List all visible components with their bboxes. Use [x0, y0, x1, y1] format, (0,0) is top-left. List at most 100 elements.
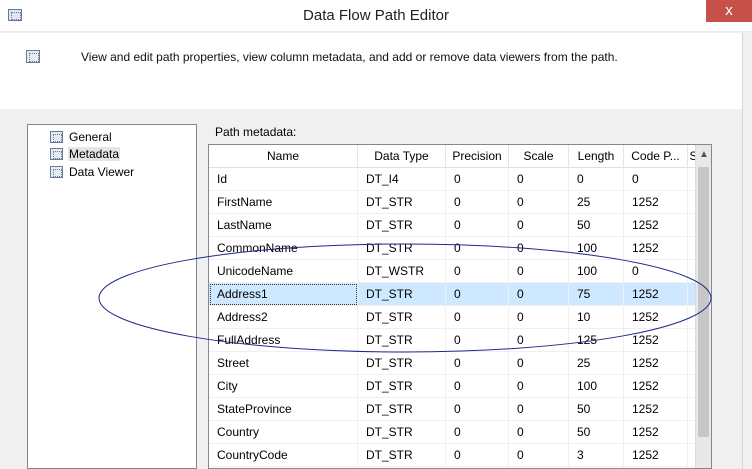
cell-col-precision[interactable]: 0: [446, 375, 509, 398]
scroll-up-icon[interactable]: ▲: [696, 145, 711, 165]
table-row[interactable]: CountryCodeDT_STR00312520: [209, 444, 700, 467]
cell-col-code-page[interactable]: 1252: [624, 306, 688, 329]
cell-col-length[interactable]: 100: [569, 237, 624, 260]
header-col-scale[interactable]: Scale: [509, 145, 569, 168]
cell-col-scale[interactable]: 0: [509, 421, 569, 444]
cell-col-data-type[interactable]: DT_STR: [358, 237, 446, 260]
cell-col-data-type[interactable]: DT_STR: [358, 375, 446, 398]
cell-col-scale[interactable]: 0: [509, 444, 569, 467]
cell-col-precision[interactable]: 0: [446, 306, 509, 329]
cell-col-precision[interactable]: 0: [446, 191, 509, 214]
cell-col-name[interactable]: FullAddress: [209, 329, 358, 352]
table-row[interactable]: LastNameDT_STR005012520: [209, 214, 700, 237]
cell-col-length[interactable]: 100: [569, 260, 624, 283]
cell-col-length[interactable]: 0: [569, 168, 624, 191]
table-row[interactable]: IdDT_I400000: [209, 168, 700, 191]
cell-col-scale[interactable]: 0: [509, 214, 569, 237]
cell-col-data-type[interactable]: DT_STR: [358, 329, 446, 352]
cell-col-scale[interactable]: 0: [509, 306, 569, 329]
cell-col-code-page[interactable]: 0: [624, 260, 688, 283]
nav-item-general[interactable]: General: [50, 128, 113, 145]
cell-col-length[interactable]: 125: [569, 329, 624, 352]
cell-col-data-type[interactable]: DT_STR: [358, 444, 446, 467]
cell-col-name[interactable]: Address2: [209, 306, 358, 329]
cell-col-precision[interactable]: 0: [446, 421, 509, 444]
cell-col-code-page[interactable]: 1252: [624, 352, 688, 375]
cell-col-length[interactable]: 10: [569, 306, 624, 329]
metadata-grid[interactable]: Name Data Type Precision Scale Length Code P.…: [208, 144, 712, 469]
cell-col-code-page[interactable]: 1252: [624, 329, 688, 352]
cell-col-precision[interactable]: 0: [446, 237, 509, 260]
cell-col-precision[interactable]: 0: [446, 398, 509, 421]
cell-col-data-type[interactable]: DT_STR: [358, 214, 446, 237]
cell-col-name[interactable]: FirstName: [209, 191, 358, 214]
table-row[interactable]: CityDT_STR0010012520: [209, 375, 700, 398]
cell-col-precision[interactable]: 0: [446, 444, 509, 467]
cell-col-code-page[interactable]: 1252: [624, 444, 688, 467]
close-button[interactable]: x: [706, 0, 752, 22]
cell-col-code-page[interactable]: 1252: [624, 375, 688, 398]
cell-col-code-page[interactable]: 1252: [624, 421, 688, 444]
cell-col-length[interactable]: 100: [569, 375, 624, 398]
cell-col-data-type[interactable]: DT_STR: [358, 283, 446, 306]
table-row[interactable]: FirstNameDT_STR002512520: [209, 191, 700, 214]
cell-col-name[interactable]: LastName: [209, 214, 358, 237]
cell-col-length[interactable]: 50: [569, 398, 624, 421]
cell-col-data-type[interactable]: DT_STR: [358, 306, 446, 329]
cell-col-name[interactable]: City: [209, 375, 358, 398]
cell-col-length[interactable]: 25: [569, 191, 624, 214]
cell-col-data-type[interactable]: DT_STR: [358, 421, 446, 444]
cell-col-scale[interactable]: 0: [509, 237, 569, 260]
table-row[interactable]: UnicodeNameDT_WSTR0010000: [209, 260, 700, 283]
header-col-data-type[interactable]: Data Type: [358, 145, 446, 168]
scroll-thumb[interactable]: [698, 167, 709, 437]
cell-col-length[interactable]: 50: [569, 214, 624, 237]
table-row[interactable]: StreetDT_STR002512520: [209, 352, 700, 375]
cell-col-precision[interactable]: 0: [446, 329, 509, 352]
cell-col-scale[interactable]: 0: [509, 283, 569, 306]
cell-col-code-page[interactable]: 1252: [624, 214, 688, 237]
cell-col-code-page[interactable]: 1252: [624, 191, 688, 214]
cell-col-name[interactable]: Country: [209, 421, 358, 444]
cell-col-code-page[interactable]: 1252: [624, 283, 688, 306]
cell-col-name[interactable]: Street: [209, 352, 358, 375]
cell-col-code-page[interactable]: 1252: [624, 237, 688, 260]
cell-col-name[interactable]: Address1: [209, 283, 358, 306]
header-col-precision[interactable]: Precision: [446, 145, 509, 168]
header-col-name[interactable]: Name: [209, 145, 358, 168]
table-row[interactable]: Address2DT_STR001012520: [209, 306, 700, 329]
cell-col-data-type[interactable]: DT_I4: [358, 168, 446, 191]
cell-col-scale[interactable]: 0: [509, 375, 569, 398]
cell-col-code-page[interactable]: 1252: [624, 398, 688, 421]
cell-col-scale[interactable]: 0: [509, 352, 569, 375]
cell-col-precision[interactable]: 0: [446, 168, 509, 191]
cell-col-name[interactable]: StateProvince: [209, 398, 358, 421]
cell-col-name[interactable]: Id: [209, 168, 358, 191]
cell-col-scale[interactable]: 0: [509, 191, 569, 214]
cell-col-scale[interactable]: 0: [509, 329, 569, 352]
cell-col-scale[interactable]: 0: [509, 168, 569, 191]
cell-col-name[interactable]: UnicodeName: [209, 260, 358, 283]
table-row[interactable]: FullAddressDT_STR0012512520: [209, 329, 700, 352]
header-col-code-page[interactable]: Code P...: [624, 145, 688, 168]
cell-col-precision[interactable]: 0: [446, 283, 509, 306]
cell-col-precision[interactable]: 0: [446, 352, 509, 375]
nav-item-data-viewer[interactable]: Data Viewer: [50, 163, 135, 180]
cell-col-code-page[interactable]: 0: [624, 168, 688, 191]
cell-col-data-type[interactable]: DT_WSTR: [358, 260, 446, 283]
header-col-length[interactable]: Length: [569, 145, 624, 168]
table-row[interactable]: CountryDT_STR005012520: [209, 421, 700, 444]
cell-col-length[interactable]: 50: [569, 421, 624, 444]
cell-col-precision[interactable]: 0: [446, 214, 509, 237]
nav-item-metadata[interactable]: Metadata: [50, 145, 121, 162]
cell-col-data-type[interactable]: DT_STR: [358, 191, 446, 214]
vertical-scrollbar[interactable]: ▲: [695, 145, 711, 468]
table-row[interactable]: StateProvinceDT_STR005012520: [209, 398, 700, 421]
cell-col-name[interactable]: CommonName: [209, 237, 358, 260]
cell-col-length[interactable]: 25: [569, 352, 624, 375]
cell-col-data-type[interactable]: DT_STR: [358, 352, 446, 375]
cell-col-length[interactable]: 75: [569, 283, 624, 306]
cell-col-scale[interactable]: 0: [509, 260, 569, 283]
table-row[interactable]: CommonNameDT_STR0010012520: [209, 237, 700, 260]
cell-col-precision[interactable]: 0: [446, 260, 509, 283]
